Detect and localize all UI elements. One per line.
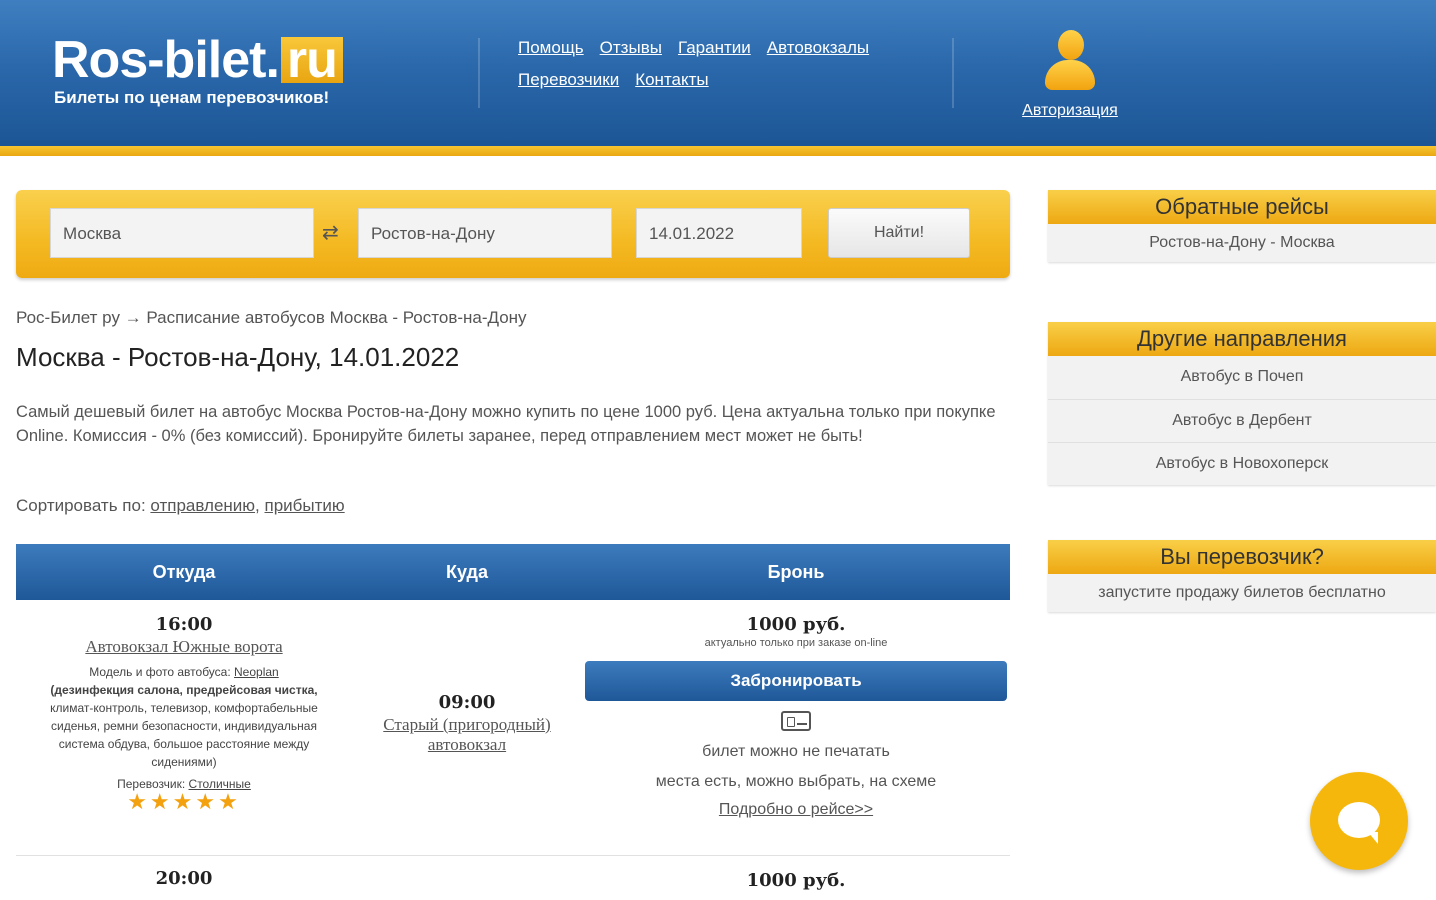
column-header-booking: Бронь [767, 562, 825, 582]
arrival-time: 09:00 [438, 692, 496, 713]
bus-model-link[interactable]: Neoplan [234, 665, 279, 679]
nav-link-carriers[interactable]: Перевозчики [518, 70, 619, 90]
table-row: 20:00 1000 руб. [16, 856, 1010, 900]
find-button[interactable]: Найти! [828, 208, 970, 258]
bus-model-label: Модель и фото автобуса: [89, 665, 235, 679]
carrier-promo-link[interactable]: запустите продажу билетов бесплатно [1048, 574, 1436, 612]
rating-stars: ★★★★★ [127, 789, 241, 814]
other-route-link[interactable]: Автобус в Дербент [1048, 399, 1436, 442]
carrier-promo-box: Вы перевозчик? запустите продажу билетов… [1048, 540, 1436, 612]
sort-by-departure-link[interactable]: отправлению [150, 496, 255, 515]
other-route-link[interactable]: Автобус в Новохоперск [1048, 442, 1436, 485]
sort-separator: , [255, 496, 265, 515]
departure-station-link[interactable]: Автовокзал Южные ворота [34, 637, 334, 657]
return-trip-link[interactable]: Ростов-на-Дону - Москва [1048, 224, 1436, 262]
site-logo[interactable]: Ros-bilet. ru Билеты по ценам перевозчико… [52, 30, 372, 110]
departure-time: 20:00 [155, 868, 213, 889]
seats-note: места есть, можно выбрать, на схеме [655, 773, 937, 790]
arrival-station-link[interactable]: Старый (пригородный) автовокзал [362, 715, 572, 755]
departure-cell: 16:00 Автовокзал Южные ворота Модель и ф… [34, 614, 334, 813]
header-stripe [0, 146, 1436, 156]
intro-text: Самый дешевый билет на автобус Москва Ро… [16, 403, 996, 445]
sort-by-arrival-link[interactable]: прибытию [265, 496, 345, 515]
logo-ru-badge: ru [280, 34, 343, 86]
from-input[interactable]: Москва [50, 208, 314, 258]
trip-details-link[interactable]: Подробно о рейсе>> [719, 801, 873, 819]
return-trips-title: Обратные рейсы [1048, 190, 1436, 224]
e-ticket-icon [781, 711, 811, 731]
booking-cell: 1000 руб. актуально только при заказе on… [584, 614, 1008, 819]
bus-features-bold: (дезинфекция салона, предрейсовая чистка… [50, 683, 318, 697]
bus-features: климат-контроль, телевизор, комфортабель… [50, 701, 318, 769]
swap-icon[interactable]: ⇄ [322, 220, 339, 244]
breadcrumb[interactable]: Рос-Билет ру → Расписание автобусов Моск… [16, 308, 527, 328]
main-nav: Помощь Отзывы Гарантии Автовокзалы Перев… [518, 38, 938, 102]
column-header-to: Куда [446, 562, 488, 582]
logo-tagline: Билеты по ценам перевозчиков! [54, 88, 330, 107]
nav-link-contacts[interactable]: Контакты [635, 70, 708, 90]
other-route-link[interactable]: Автобус в Почеп [1048, 356, 1436, 399]
price: 1000 руб. [746, 614, 846, 635]
chat-icon [1338, 802, 1380, 844]
sort-controls: Сортировать по: отправлению, прибытию [16, 496, 345, 516]
book-button[interactable]: Забронировать [585, 661, 1007, 701]
search-bar: Москва ⇄ Ростов-на-Дону 14.01.2022 Найти… [16, 190, 1010, 278]
nav-link-help[interactable]: Помощь [518, 38, 584, 58]
carrier-promo-title: Вы перевозчик? [1048, 540, 1436, 574]
other-routes-title: Другие направления [1048, 322, 1436, 356]
column-header-from: Откуда [152, 562, 216, 582]
table-row: 16:00 Автовокзал Южные ворота Модель и ф… [16, 600, 1010, 856]
bus-info: Модель и фото автобуса: Neoplan (дезинфе… [34, 663, 334, 771]
auth-block: Авторизация [1010, 30, 1130, 120]
site-header: Ros-bilet. ru Билеты по ценам перевозчико… [0, 0, 1436, 148]
sort-label: Сортировать по: [16, 496, 151, 515]
header-divider [952, 38, 954, 108]
to-input[interactable]: Ростов-на-Дону [358, 208, 612, 258]
arrival-cell: 09:00 Старый (пригородный) автовокзал [362, 692, 572, 755]
date-input[interactable]: 14.01.2022 [636, 208, 802, 258]
price: 1000 руб. [746, 870, 846, 891]
nav-link-bus-stations[interactable]: Автовокзалы [767, 38, 869, 58]
nav-link-reviews[interactable]: Отзывы [600, 38, 662, 58]
logo-text: Ros-bilet. ru [52, 30, 343, 90]
login-link[interactable]: Авторизация [1022, 102, 1118, 119]
booking-cell: 1000 руб. [584, 870, 1008, 891]
return-trips-box: Обратные рейсы Ростов-на-Дону - Москва [1048, 190, 1436, 262]
no-print-note: билет можно не печатать [702, 743, 890, 760]
header-divider [478, 38, 480, 108]
departure-time: 16:00 [155, 614, 213, 635]
schedule-table-header: Откуда Куда Бронь [16, 544, 1010, 600]
nav-link-guarantees[interactable]: Гарантии [678, 38, 751, 58]
price-note: актуально только при заказе on-line [704, 637, 888, 649]
chat-button[interactable] [1310, 772, 1408, 870]
page-title: Москва - Ростов-на-Дону, 14.01.2022 [16, 342, 460, 372]
user-icon[interactable] [1045, 30, 1095, 94]
departure-cell: 20:00 [34, 868, 334, 889]
other-routes-box: Другие направления Автобус в Почеп Автоб… [1048, 322, 1436, 485]
